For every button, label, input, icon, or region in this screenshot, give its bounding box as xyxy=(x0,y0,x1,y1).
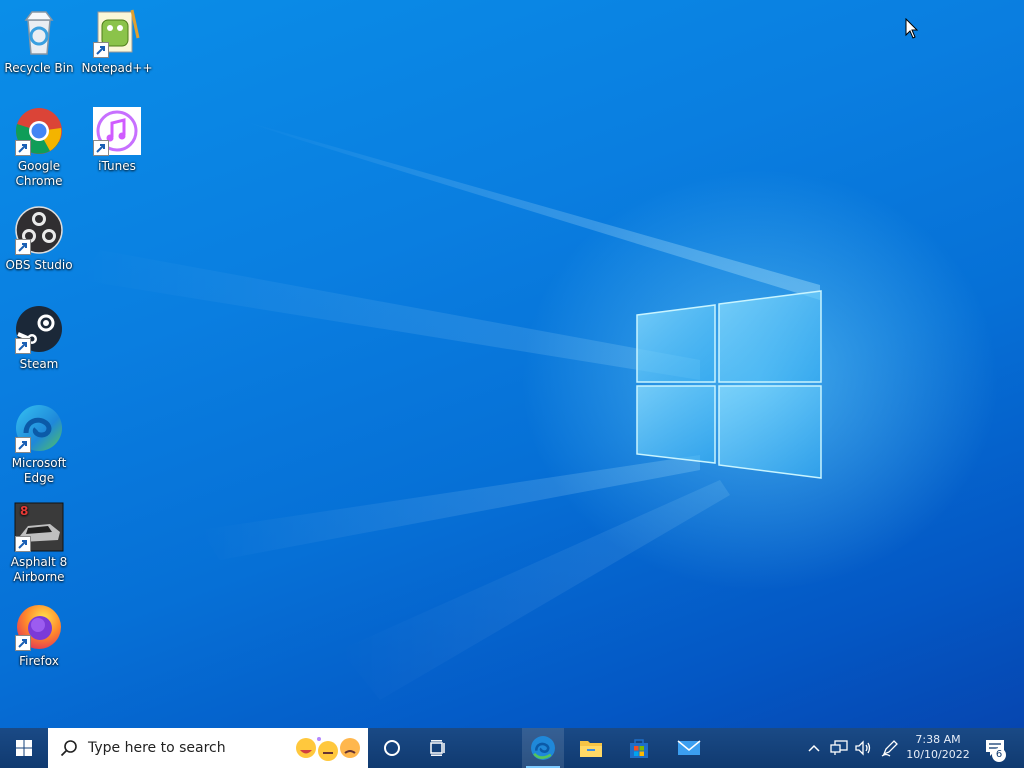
desktop-icon-asphalt-8-airborne[interactable]: 8 Asphalt 8 Airborne xyxy=(2,502,76,585)
clock-time: 7:38 AM xyxy=(915,733,961,746)
desktop-icon-label: OBS Studio xyxy=(5,258,73,272)
desktop-icon-microsoft-edge[interactable]: Microsoft Edge xyxy=(2,403,76,486)
show-hidden-icons-button[interactable] xyxy=(804,728,824,768)
clock-date: 10/10/2022 xyxy=(906,748,970,761)
desktop-icon-label: Firefox xyxy=(19,654,59,668)
shortcut-arrow-icon xyxy=(15,140,31,156)
shortcut-arrow-icon xyxy=(15,338,31,354)
desktop-icon-notepad-plus-plus[interactable]: Notepad++ xyxy=(80,8,154,76)
search-placeholder: Type here to search xyxy=(88,740,226,756)
desktop-icon-label: Steam xyxy=(19,357,59,371)
clock[interactable]: 7:38 AM 10/10/2022 xyxy=(900,732,976,762)
taskbar-microsoft-store-button[interactable] xyxy=(618,728,660,768)
start-button[interactable] xyxy=(0,728,48,768)
desktop-icon-label: Google Chrome xyxy=(15,159,63,188)
desktop-icon-firefox[interactable]: Firefox xyxy=(2,601,76,669)
chevron-up-icon xyxy=(808,744,820,752)
volume-button[interactable] xyxy=(851,728,875,768)
pen-workspace-button[interactable] xyxy=(878,728,902,768)
notification-count-badge: 6 xyxy=(992,748,1006,762)
speaker-icon xyxy=(855,740,871,756)
taskbar: Type here to search 7:38 AM 10/10/2022 6 xyxy=(0,728,1024,768)
network-icon xyxy=(830,740,848,755)
desktop-icon-itunes[interactable]: iTunes xyxy=(80,106,154,174)
taskbar-edge-button[interactable] xyxy=(522,728,564,768)
mail-icon xyxy=(677,740,701,755)
desktop-icon-recycle-bin[interactable]: Recycle Bin xyxy=(2,8,76,76)
recycle-bin-icon xyxy=(24,11,54,55)
cortana-icon xyxy=(384,740,400,756)
taskbar-file-explorer-button[interactable] xyxy=(570,728,612,768)
notifications-button[interactable]: 6 xyxy=(980,728,1010,768)
search-highlight-emoji-icon xyxy=(296,737,360,761)
mouse-pointer-icon xyxy=(905,18,919,39)
desktop-icon-label: Asphalt 8 Airborne xyxy=(10,555,68,584)
shortcut-arrow-icon xyxy=(93,42,109,58)
shortcut-arrow-icon xyxy=(93,140,109,156)
desktop-icon-label: Notepad++ xyxy=(81,61,153,75)
desktop-icon-label: Recycle Bin xyxy=(4,61,74,75)
desktop-icon-label: Microsoft Edge xyxy=(11,456,67,485)
search-box[interactable]: Type here to search xyxy=(48,728,368,768)
microsoft-store-icon xyxy=(630,739,648,758)
pen-icon xyxy=(881,740,898,757)
edge-icon xyxy=(531,736,555,760)
cortana-button[interactable] xyxy=(372,728,412,768)
windows-logo-wallpaper xyxy=(636,290,822,479)
windows-start-icon xyxy=(16,740,32,756)
network-button[interactable] xyxy=(827,728,851,768)
taskbar-mail-button[interactable] xyxy=(668,728,710,768)
desktop-icon-steam[interactable]: Steam xyxy=(2,304,76,372)
file-explorer-icon xyxy=(580,741,602,757)
search-icon xyxy=(60,740,77,757)
shortcut-arrow-icon xyxy=(15,635,31,651)
desktop-icon-obs-studio[interactable]: OBS Studio xyxy=(2,205,76,273)
desktop-icon-label: iTunes xyxy=(98,159,136,173)
svg-text:8: 8 xyxy=(20,504,28,518)
shortcut-arrow-icon xyxy=(15,437,31,453)
desktop-icon-google-chrome[interactable]: Google Chrome xyxy=(2,106,76,189)
task-view-button[interactable] xyxy=(420,728,460,768)
desktop[interactable]: Recycle Bin Notepad++ Google Chrome iTun… xyxy=(0,0,1024,728)
shortcut-arrow-icon xyxy=(15,239,31,255)
shortcut-arrow-icon xyxy=(15,536,31,552)
task-view-icon xyxy=(430,740,445,756)
